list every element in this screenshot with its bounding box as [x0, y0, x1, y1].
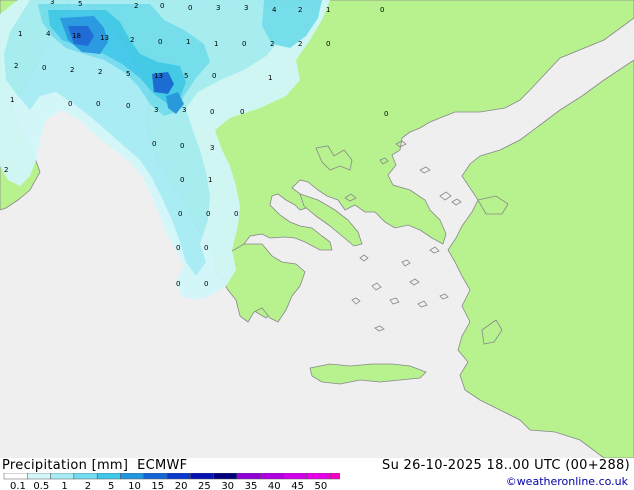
map-label: 1	[214, 40, 218, 48]
scale-label: 0.5	[33, 481, 49, 490]
map-label: 0	[152, 140, 156, 148]
map-label: 2	[270, 40, 274, 48]
map-label: 3	[244, 4, 248, 12]
map-label: 3	[216, 4, 220, 12]
map-label: 3	[182, 106, 186, 114]
precipitation-map: 3 5 2 0 0 3 3 4 2 1 0 1 4 18 13 2 0 1 1 …	[0, 0, 634, 458]
map-title: Precipitation [mm] ECMWF	[2, 458, 188, 473]
scale-swatch	[3, 473, 28, 480]
map-label: 2	[298, 6, 302, 14]
map-label: 0	[234, 210, 238, 218]
map-label: 4	[46, 30, 51, 38]
map-label: 2	[298, 40, 302, 48]
map-label: 0	[180, 176, 184, 184]
scale-swatch	[190, 473, 214, 480]
map-label: 18	[72, 32, 81, 40]
map-label: 13	[154, 72, 163, 80]
scale-label: 40	[268, 481, 281, 490]
map-label: 0	[126, 102, 130, 110]
map-label: 1	[186, 38, 190, 46]
map-label: 0	[180, 142, 184, 150]
scale-swatch	[329, 473, 340, 480]
map-label: 3	[50, 0, 54, 6]
scale-label: 0.1	[10, 481, 26, 490]
scale-boxes	[3, 473, 340, 480]
map-label: 0	[160, 2, 164, 10]
map-label: 0	[326, 40, 330, 48]
map-label: 0	[178, 210, 182, 218]
map-datetime: Su 26-10-2025 18..00 UTC (00+288)	[382, 458, 630, 473]
map-label: 1	[10, 96, 14, 104]
scale-swatch	[96, 473, 121, 480]
scale-label: 5	[108, 481, 114, 490]
map-label: 0	[212, 72, 216, 80]
map-label: 0	[68, 100, 72, 108]
map-label: 5	[78, 0, 82, 8]
map-label: 5	[184, 72, 188, 80]
scale-labels: 0.1 0.5 1 2 5 10 15 20 25 30 35 40 45 50	[10, 481, 327, 490]
scale-swatch	[73, 473, 98, 480]
map-label: 2	[130, 36, 134, 44]
map-label: 0	[206, 210, 210, 218]
scale-label: 30	[221, 481, 234, 490]
map-label: 0	[42, 64, 46, 72]
scale-label: 35	[245, 481, 258, 490]
scale-swatch	[236, 473, 261, 480]
map-label: 1	[268, 74, 272, 82]
scale-swatch	[213, 473, 238, 480]
precip-color-scale: 0.1 0.5 1 2 5 10 15 20 25 30 35 40 45 50	[3, 473, 340, 490]
scale-label: 20	[175, 481, 188, 490]
scale-swatch	[27, 473, 51, 480]
map-label: 0	[188, 4, 192, 12]
scale-label: 25	[198, 481, 211, 490]
map-label: 0	[384, 110, 388, 118]
map-label: 0	[242, 40, 246, 48]
map-label: 3	[154, 106, 158, 114]
footer-bar: Precipitation [mm] ECMWF Su 26-10-2025 1…	[0, 458, 634, 490]
map-label: 2	[4, 166, 8, 174]
map-label: 3	[210, 144, 214, 152]
map-label: 13	[100, 34, 109, 42]
map-label: 2	[70, 66, 74, 74]
scale-swatch	[120, 473, 145, 480]
map-label: 0	[204, 244, 208, 252]
map-label: 0	[240, 108, 244, 116]
scale-label: 1	[61, 481, 67, 490]
map-label: 2	[134, 2, 138, 10]
map-label: 2	[14, 62, 18, 70]
map-label: 1	[208, 176, 212, 184]
map-label: 0	[380, 6, 384, 14]
map-label: 0	[176, 244, 180, 252]
scale-label: 15	[151, 481, 164, 490]
map-label: 0	[204, 280, 208, 288]
map-label: 2	[98, 68, 102, 76]
scale-label: 50	[315, 481, 328, 490]
map-label: 5	[126, 70, 130, 78]
map-label: 0	[210, 108, 214, 116]
scale-swatch	[143, 473, 168, 480]
scale-swatch	[283, 473, 308, 480]
scale-swatch	[260, 473, 284, 480]
scale-swatch	[50, 473, 75, 480]
scale-swatch	[166, 473, 191, 480]
scale-label: 2	[85, 481, 91, 490]
scale-swatch	[306, 473, 331, 480]
credit-link[interactable]: ©weatheronline.co.uk	[506, 475, 628, 488]
map-label: 0	[158, 38, 162, 46]
map-label: 0	[176, 280, 180, 288]
map-label: 1	[326, 6, 330, 14]
map-label: 0	[96, 100, 100, 108]
scale-label: 45	[291, 481, 304, 490]
scale-label: 10	[128, 481, 141, 490]
map-label: 1	[18, 30, 22, 38]
map-label: 4	[272, 6, 277, 14]
